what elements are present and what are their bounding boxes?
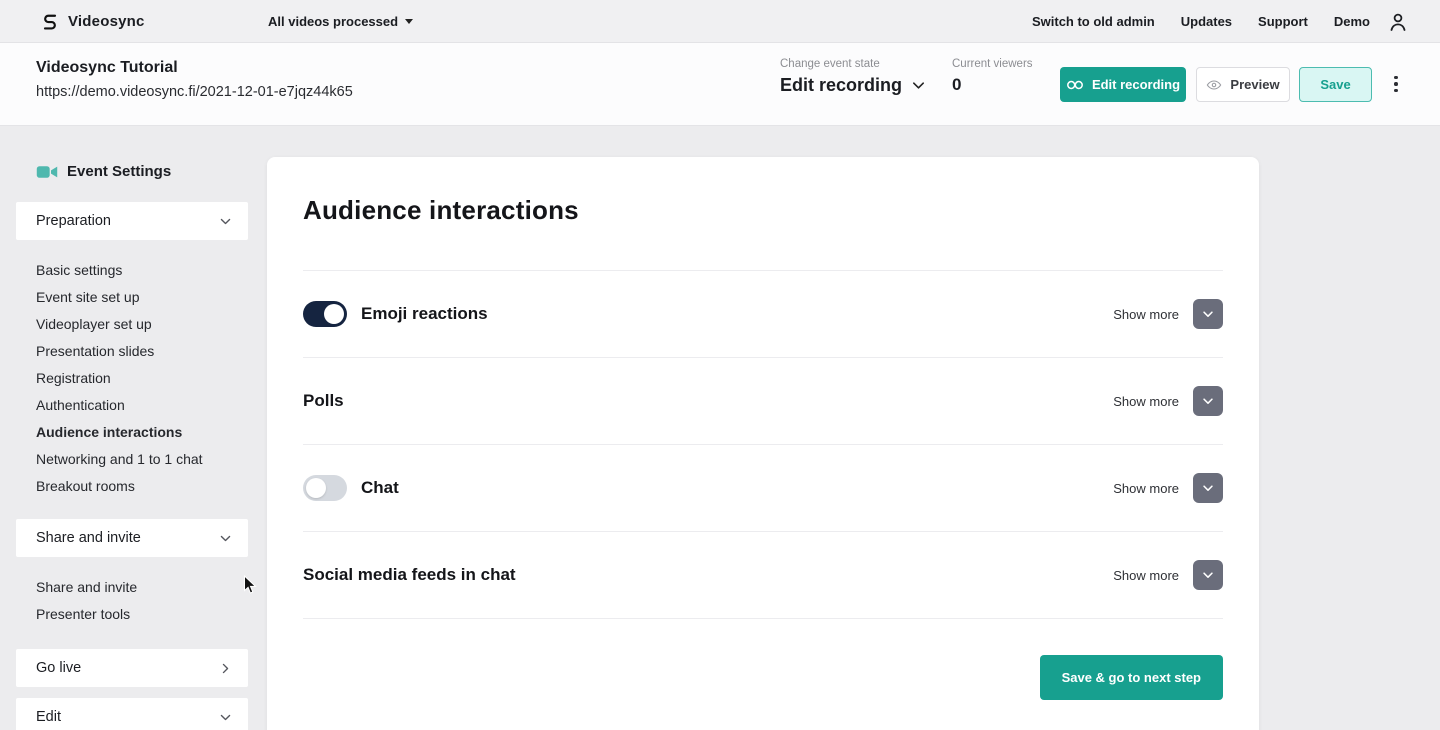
show-more-link[interactable]: Show more — [1113, 568, 1179, 583]
videos-processed-label: All videos processed — [268, 14, 398, 29]
chevron-down-icon — [911, 78, 926, 93]
save-label: Save — [1320, 77, 1350, 92]
current-viewers-value: 0 — [952, 75, 1033, 95]
toggle-knob — [324, 304, 344, 324]
top-bar: Videosync All videos processed Switch to… — [0, 0, 1440, 43]
recording-reel-icon — [1066, 79, 1084, 91]
edit-label: Edit — [36, 709, 61, 725]
feature-row-chat: Chat Show more — [303, 445, 1223, 532]
sidebar-item-networking-1to1-chat[interactable]: Networking and 1 to 1 chat — [16, 445, 248, 472]
sidebar: Event Settings Preparation Basic setting… — [16, 126, 248, 730]
card-header: Audience interactions — [303, 157, 1223, 271]
event-url[interactable]: https://demo.videosync.fi/2021-12-01-e7j… — [36, 84, 353, 100]
nav-support[interactable]: Support — [1258, 14, 1308, 29]
preview-label: Preview — [1230, 77, 1279, 92]
sidebar-section-go-live[interactable]: Go live — [16, 649, 248, 687]
sidebar-section-preparation[interactable]: Preparation — [16, 202, 248, 240]
chevron-right-icon — [219, 662, 232, 675]
event-header: Videosync Tutorial https://demo.videosyn… — [0, 43, 1440, 126]
feature-label: Chat — [361, 478, 399, 498]
card-footer: Save & go to next step — [303, 655, 1223, 700]
preview-button[interactable]: Preview — [1196, 67, 1290, 102]
video-camera-icon — [36, 164, 58, 180]
save-and-next-step-button[interactable]: Save & go to next step — [1040, 655, 1223, 700]
expand-chevron-button[interactable] — [1193, 560, 1223, 590]
sidebar-item-audience-interactions[interactable]: Audience interactions — [16, 418, 248, 445]
chevron-down-icon — [219, 215, 232, 228]
event-settings-heading: Event Settings — [36, 163, 248, 180]
save-button[interactable]: Save — [1299, 67, 1372, 102]
event-settings-title: Event Settings — [67, 163, 171, 180]
event-state-block: Change event state Edit recording — [780, 58, 926, 96]
sidebar-item-event-site-set-up[interactable]: Event site set up — [16, 283, 248, 310]
videosync-logo-icon — [40, 12, 60, 32]
show-more-link[interactable]: Show more — [1113, 307, 1179, 322]
chat-toggle[interactable] — [303, 475, 347, 501]
current-viewers-block: Current viewers 0 — [952, 58, 1033, 95]
feature-row-emoji-reactions: Emoji reactions Show more — [303, 271, 1223, 358]
go-live-label: Go live — [36, 660, 81, 676]
feature-label: Social media feeds in chat — [303, 565, 516, 585]
sidebar-section-edit[interactable]: Edit — [16, 698, 248, 730]
sidebar-item-authentication[interactable]: Authentication — [16, 391, 248, 418]
preparation-items: Basic settings Event site set up Videopl… — [16, 256, 248, 499]
page-title: Audience interactions — [303, 195, 1223, 226]
eye-icon — [1206, 77, 1222, 93]
expand-chevron-button[interactable] — [1193, 473, 1223, 503]
sidebar-item-registration[interactable]: Registration — [16, 364, 248, 391]
sidebar-item-videoplayer-set-up[interactable]: Videoplayer set up — [16, 310, 248, 337]
current-viewers-label: Current viewers — [952, 58, 1033, 70]
videos-processed-dropdown[interactable]: All videos processed — [268, 0, 413, 43]
nav-updates[interactable]: Updates — [1181, 14, 1232, 29]
event-state-value: Edit recording — [780, 75, 902, 96]
sidebar-item-presenter-tools[interactable]: Presenter tools — [16, 600, 248, 627]
audience-interactions-card: Audience interactions Emoji reactions Sh… — [267, 157, 1259, 730]
event-state-dropdown[interactable]: Edit recording — [780, 75, 926, 96]
show-more-link[interactable]: Show more — [1113, 394, 1179, 409]
sidebar-item-breakout-rooms[interactable]: Breakout rooms — [16, 472, 248, 499]
more-options-kebab-menu[interactable] — [1389, 69, 1403, 99]
event-state-label: Change event state — [780, 58, 926, 70]
brand-name: Videosync — [68, 13, 145, 30]
sidebar-item-share-and-invite[interactable]: Share and invite — [16, 573, 248, 600]
share-and-invite-items: Share and invite Presenter tools — [16, 573, 248, 627]
expand-chevron-button[interactable] — [1193, 299, 1223, 329]
preparation-label: Preparation — [36, 213, 111, 229]
nav-switch-old-admin[interactable]: Switch to old admin — [1032, 14, 1155, 29]
chevron-down-icon — [219, 711, 232, 724]
sidebar-item-presentation-slides[interactable]: Presentation slides — [16, 337, 248, 364]
top-nav: Switch to old admin Updates Support Demo — [1032, 0, 1370, 43]
edit-recording-label: Edit recording — [1092, 77, 1180, 92]
feature-row-social-media-feeds: Social media feeds in chat Show more — [303, 532, 1223, 619]
sidebar-section-share-and-invite[interactable]: Share and invite — [16, 519, 248, 557]
feature-label: Emoji reactions — [361, 304, 488, 324]
nav-demo[interactable]: Demo — [1334, 14, 1370, 29]
emoji-reactions-toggle[interactable] — [303, 301, 347, 327]
feature-label: Polls — [303, 391, 344, 411]
page-body: Event Settings Preparation Basic setting… — [0, 126, 1440, 730]
sidebar-item-basic-settings[interactable]: Basic settings — [16, 256, 248, 283]
caret-down-icon — [405, 19, 413, 24]
videosync-logo[interactable]: Videosync — [40, 0, 145, 43]
event-title-block: Videosync Tutorial https://demo.videosyn… — [36, 59, 353, 100]
show-more-link[interactable]: Show more — [1113, 481, 1179, 496]
user-account-icon[interactable] — [1386, 10, 1410, 34]
edit-recording-button[interactable]: Edit recording — [1060, 67, 1186, 102]
event-title: Videosync Tutorial — [36, 59, 353, 77]
expand-chevron-button[interactable] — [1193, 386, 1223, 416]
feature-row-polls: Polls Show more — [303, 358, 1223, 445]
chevron-down-icon — [219, 532, 232, 545]
share-and-invite-label: Share and invite — [36, 530, 141, 546]
toggle-knob — [306, 478, 326, 498]
